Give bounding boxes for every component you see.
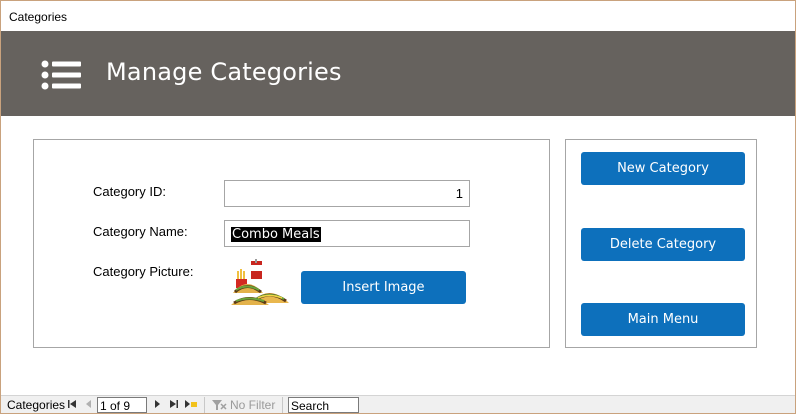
new-category-button[interactable]: New Category bbox=[581, 152, 745, 185]
insert-image-button[interactable]: Insert Image bbox=[301, 271, 466, 304]
previous-record-icon[interactable] bbox=[85, 399, 92, 409]
delete-category-button[interactable]: Delete Category bbox=[581, 228, 745, 261]
record-source-label: Categories bbox=[7, 398, 66, 412]
current-record-value: 1 of 9 bbox=[100, 399, 131, 413]
category-name-field[interactable]: Combo Meals bbox=[224, 220, 470, 247]
window-title: Categories bbox=[9, 10, 68, 24]
category-id-label: Category ID: bbox=[93, 184, 166, 199]
category-name-label: Category Name: bbox=[93, 224, 188, 239]
category-picture-label: Category Picture: bbox=[93, 264, 194, 279]
category-picture-image bbox=[231, 259, 289, 305]
filter-status-label: No Filter bbox=[230, 398, 276, 412]
category-name-value: Combo Meals bbox=[231, 227, 321, 242]
current-record-field[interactable]: 1 of 9 bbox=[97, 397, 147, 413]
first-record-icon[interactable] bbox=[68, 399, 77, 409]
category-id-field[interactable]: 1 bbox=[224, 180, 470, 207]
record-navigation-bar: Categories 1 of 9 No Filter Search bbox=[1, 395, 795, 413]
next-record-icon[interactable] bbox=[154, 399, 161, 409]
filter-icon[interactable] bbox=[211, 399, 227, 411]
main-menu-button[interactable]: Main Menu bbox=[581, 303, 745, 336]
new-record-icon[interactable] bbox=[184, 399, 198, 409]
category-id-value: 1 bbox=[455, 186, 463, 201]
list-menu-icon bbox=[41, 60, 81, 90]
statusbar-divider bbox=[204, 397, 205, 413]
form-header: Manage Categories bbox=[1, 31, 795, 116]
page-title: Manage Categories bbox=[106, 58, 342, 86]
last-record-icon[interactable] bbox=[169, 399, 178, 409]
statusbar-divider-2 bbox=[282, 397, 283, 413]
search-placeholder: Search bbox=[291, 399, 330, 413]
search-input[interactable]: Search bbox=[288, 397, 359, 413]
categories-window: Categories Manage Categories Category ID… bbox=[0, 0, 796, 414]
